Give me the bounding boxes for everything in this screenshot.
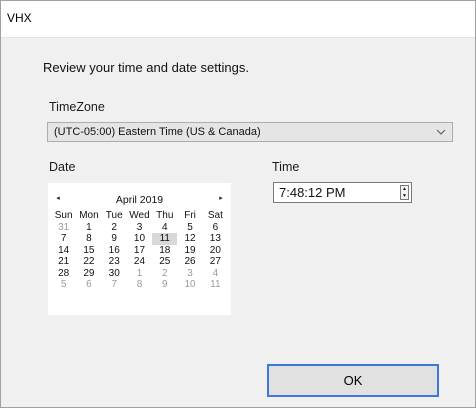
weekday-header: Mon [79, 210, 99, 221]
spin-down-icon[interactable]: ▼ [401, 193, 408, 199]
calendar-day[interactable]: 7 [51, 233, 76, 245]
calendar-day[interactable]: 6 [76, 279, 101, 291]
calendar-day-selected[interactable]: 11 [152, 233, 178, 245]
calendar-day[interactable]: 27 [203, 256, 228, 268]
weekday-header: Tue [105, 210, 123, 221]
timezone-dropdown[interactable]: (UTC-05:00) Eastern Time (US & Canada) [47, 122, 453, 142]
calendar-day[interactable]: 8 [76, 233, 101, 245]
calendar-grid: Sun Mon Tue Wed Thu Fri Sat 31 1 2 3 4 5 6 7 8 9 10 11 12 13… [51, 210, 228, 291]
calendar-day[interactable]: 31 [51, 222, 76, 234]
calendar-day[interactable]: 16 [102, 245, 127, 257]
calendar-day[interactable]: 23 [102, 256, 127, 268]
calendar-day[interactable]: 26 [177, 256, 202, 268]
calendar-day[interactable]: 7 [102, 279, 127, 291]
timezone-label: TimeZone [49, 100, 105, 114]
calendar-day[interactable]: 24 [127, 256, 152, 268]
calendar-day[interactable]: 5 [177, 222, 202, 234]
title-bar: VHX [1, 1, 475, 38]
calendar-day[interactable]: 5 [51, 279, 76, 291]
calendar-day[interactable]: 12 [177, 233, 202, 245]
calendar-day[interactable]: 1 [76, 222, 101, 234]
calendar-day[interactable]: 4 [152, 222, 177, 234]
spin-up-icon[interactable]: ▲ [401, 186, 408, 192]
weekday-header: Thu [156, 210, 174, 221]
calendar-day[interactable]: 20 [203, 245, 228, 257]
next-month-icon[interactable]: ▸ [216, 194, 226, 204]
timezone-value: (UTC-05:00) Eastern Time (US & Canada) [54, 126, 261, 138]
calendar-day[interactable]: 25 [152, 256, 177, 268]
weekday-header: Wed [129, 210, 150, 221]
calendar-day[interactable]: 6 [203, 222, 228, 234]
calendar-day[interactable]: 11 [203, 279, 228, 291]
dialog-window: VHX Review your time and date settings. … [0, 0, 476, 408]
calendar-day[interactable]: 8 [127, 279, 152, 291]
calendar-day[interactable]: 14 [51, 245, 76, 257]
calendar-day[interactable]: 22 [76, 256, 101, 268]
weekday-header: Sun [54, 210, 73, 221]
calendar-day[interactable]: 21 [51, 256, 76, 268]
calendar-day[interactable]: 30 [102, 268, 127, 280]
calendar-day[interactable]: 3 [177, 268, 202, 280]
calendar-day[interactable]: 15 [76, 245, 101, 257]
calendar-day[interactable]: 2 [102, 222, 127, 234]
calendar-day[interactable]: 1 [127, 268, 152, 280]
calendar-day[interactable]: 29 [76, 268, 101, 280]
chevron-down-icon [436, 129, 446, 135]
instruction-text: Review your time and date settings. [43, 60, 249, 75]
date-label: Date [49, 160, 76, 174]
calendar-day[interactable]: 4 [203, 268, 228, 280]
calendar-day[interactable]: 13 [203, 233, 228, 245]
calendar-day[interactable]: 19 [177, 245, 202, 257]
calendar-day[interactable]: 18 [152, 245, 177, 257]
ok-button[interactable]: OK [267, 364, 439, 397]
calendar-day[interactable]: 3 [127, 222, 152, 234]
time-picker[interactable]: 7:48:12 PM ▲ ▼ [273, 182, 412, 203]
calendar-day[interactable]: 28 [51, 268, 76, 280]
calendar-day[interactable]: 10 [177, 279, 202, 291]
time-spinner[interactable]: ▲ ▼ [400, 185, 409, 200]
calendar-day[interactable]: 2 [152, 268, 177, 280]
date-calendar[interactable]: ◂ April 2019 ▸ Sun Mon Tue Wed Thu Fri Sat 31 1 2… [48, 183, 231, 315]
calendar-month-title[interactable]: April 2019 [48, 194, 231, 206]
time-label: Time [272, 160, 300, 174]
time-value[interactable]: 7:48:12 PM [279, 185, 346, 200]
window-title: VHX [7, 11, 32, 25]
calendar-day[interactable]: 9 [102, 233, 127, 245]
calendar-day[interactable]: 9 [152, 279, 177, 291]
calendar-day[interactable]: 17 [127, 245, 152, 257]
weekday-header: Sat [207, 210, 223, 221]
weekday-header: Fri [184, 210, 196, 221]
calendar-day[interactable]: 10 [127, 233, 152, 245]
